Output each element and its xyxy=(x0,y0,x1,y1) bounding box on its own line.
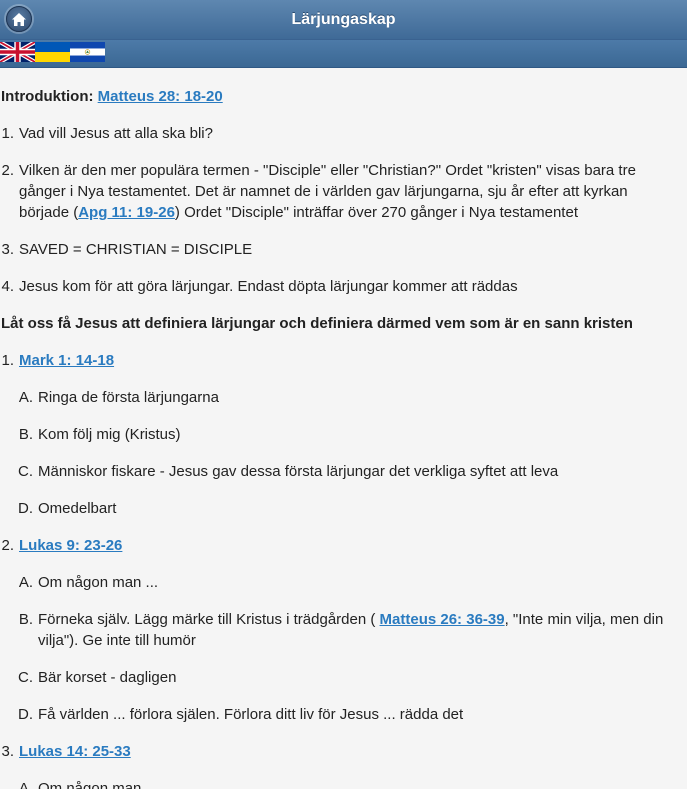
sub-text: Förneka själv. Lägg märke till Kristus i… xyxy=(38,611,664,649)
scripture-link[interactable]: Matteus 26: 36-39 xyxy=(380,611,505,628)
item-number: 1. xyxy=(1,125,14,142)
sub-text: Om någon man ... xyxy=(38,780,159,789)
item-number: 4. xyxy=(1,278,14,295)
sub-letter: A. xyxy=(18,780,33,789)
sub-text: Bär korset - dagligen xyxy=(38,669,177,686)
list-item: 3. SAVED = CHRISTIAN = DISCIPLE xyxy=(0,239,687,260)
scripture-link[interactable]: Lukas 9: 23-26 xyxy=(19,537,122,554)
uk-flag[interactable] xyxy=(0,42,35,62)
header-bar: Lärjungaskap xyxy=(0,0,687,40)
item-number: 3. xyxy=(1,241,14,258)
page-title: Lärjungaskap xyxy=(291,10,396,28)
item-text: Vad vill Jesus att alla ska bli? xyxy=(19,125,213,142)
main-content: Introduktion: Matteus 28: 18-20 1. Vad v… xyxy=(0,68,687,789)
language-bar xyxy=(0,40,687,68)
section-number: 2. xyxy=(1,537,14,554)
sub-text: Få världen ... förlora själen. Förlora d… xyxy=(38,706,464,723)
sub-text: Kom följ mig (Kristus) xyxy=(38,426,181,443)
item-number: 2. xyxy=(1,162,14,179)
section-heading: Låt oss få Jesus att definiera lärjungar… xyxy=(1,315,633,332)
sub-item: A. Ringa de första lärjungarna xyxy=(0,387,687,408)
sub-letter: B. xyxy=(18,426,33,443)
sub-letter: A. xyxy=(18,574,33,591)
el-salvador-flag[interactable] xyxy=(70,42,105,62)
sub-item: A. Om någon man ... xyxy=(0,778,687,789)
item-text: Vilken är den mer populära termen - "Dis… xyxy=(19,162,636,221)
sub-letter: D. xyxy=(18,706,33,723)
intro-line: Introduktion: Matteus 28: 18-20 xyxy=(0,86,687,107)
section-number: 1. xyxy=(1,352,14,369)
sub-letter: B. xyxy=(18,611,33,628)
scripture-link[interactable]: Lukas 14: 25-33 xyxy=(19,743,131,760)
section-item: 2. Lukas 9: 23-26 xyxy=(0,535,687,556)
sub-text: Om någon man ... xyxy=(38,574,159,591)
sub-item: C. Människor fiskare - Jesus gav dessa f… xyxy=(0,461,687,482)
sub-item: B. Förneka själv. Lägg märke till Kristu… xyxy=(0,609,687,651)
sub-item: B. Kom följ mig (Kristus) xyxy=(0,424,687,445)
sub-letter: C. xyxy=(18,463,33,480)
intro-label: Introduktion: xyxy=(1,88,94,105)
sub-item: C. Bär korset - dagligen xyxy=(0,667,687,688)
sub-text: Människor fiskare - Jesus gav dessa förs… xyxy=(38,463,559,480)
ukraine-flag[interactable] xyxy=(35,42,70,62)
sub-item: D. Omedelbart xyxy=(0,498,687,519)
sub-text: Omedelbart xyxy=(38,500,117,517)
sub-letter: A. xyxy=(18,389,33,406)
list-item: 2. Vilken är den mer populära termen - "… xyxy=(0,160,687,223)
section-number: 3. xyxy=(1,743,14,760)
sub-item: D. Få världen ... förlora själen. Förlor… xyxy=(0,704,687,725)
home-icon xyxy=(12,12,26,26)
scripture-link[interactable]: Mark 1: 14-18 xyxy=(19,352,114,369)
list-item: 4. Jesus kom för att göra lärjungar. End… xyxy=(0,276,687,297)
section-item: 3. Lukas 14: 25-33 xyxy=(0,741,687,762)
home-button[interactable] xyxy=(6,6,32,32)
item-text: Jesus kom för att göra lärjungar. Endast… xyxy=(19,278,518,295)
intro-scripture-link[interactable]: Matteus 28: 18-20 xyxy=(98,88,223,105)
section-item: 1. Mark 1: 14-18 xyxy=(0,350,687,371)
sub-letter: D. xyxy=(18,500,33,517)
list-item: 1. Vad vill Jesus att alla ska bli? xyxy=(0,123,687,144)
sub-item: A. Om någon man ... xyxy=(0,572,687,593)
sub-text: Ringa de första lärjungarna xyxy=(38,389,219,406)
scripture-link[interactable]: Apg 11: 19-26 xyxy=(78,204,175,221)
item-text: SAVED = CHRISTIAN = DISCIPLE xyxy=(19,241,253,258)
sub-letter: C. xyxy=(18,669,33,686)
